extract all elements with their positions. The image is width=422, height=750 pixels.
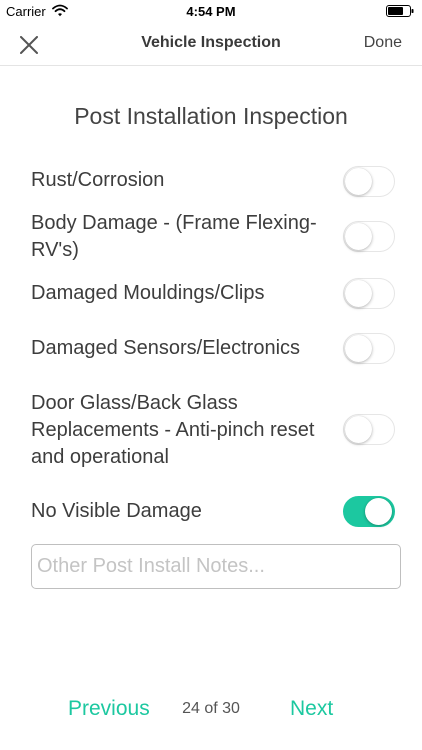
toggle-knob: [345, 416, 372, 443]
battery-icon: [386, 5, 414, 17]
toggle-body-damage[interactable]: [343, 221, 395, 252]
checklist-item-damaged-sensors: Damaged Sensors/Electronics: [31, 333, 401, 364]
toggle-no-visible-damage[interactable]: [343, 496, 395, 527]
done-button[interactable]: Done: [364, 34, 402, 52]
item-label: Door Glass/Back Glass Replacements - Ant…: [31, 392, 315, 468]
nav-title: Vehicle Inspection: [141, 34, 281, 51]
post-install-notes-field[interactable]: [31, 544, 401, 589]
item-label: No Visible Damage: [31, 500, 202, 522]
item-label: Body Damage - (Frame Flexing- RV's): [31, 212, 317, 261]
item-label: Rust/Corrosion: [31, 169, 165, 191]
toggle-knob: [365, 498, 392, 525]
screen: Carrier 4:54 PM Vehicle Inspection Done …: [0, 0, 422, 750]
toggle-door-glass[interactable]: [343, 414, 395, 445]
toggle-knob: [345, 280, 372, 307]
checklist-item-no-visible-damage: No Visible Damage: [31, 496, 401, 527]
next-button[interactable]: Next: [290, 697, 333, 721]
toggle-damaged-mouldings[interactable]: [343, 278, 395, 309]
nav-bar: Vehicle Inspection Done: [0, 22, 422, 66]
status-time: 4:54 PM: [186, 4, 236, 19]
item-label: Damaged Mouldings/Clips: [31, 282, 265, 304]
page-indicator: 24 of 30: [182, 700, 240, 717]
toggle-damaged-sensors[interactable]: [343, 333, 395, 364]
checklist-item-rust-corrosion: Rust/Corrosion: [31, 166, 401, 197]
page-title: Post Installation Inspection: [74, 103, 348, 129]
toggle-knob: [345, 335, 372, 362]
toggle-rust-corrosion[interactable]: [343, 166, 395, 197]
item-label: Damaged Sensors/Electronics: [31, 337, 301, 359]
checklist-item-door-glass: Door Glass/Back Glass Replacements - Ant…: [31, 390, 401, 471]
checklist-item-body-damage: Body Damage - (Frame Flexing- RV's): [31, 210, 401, 264]
checklist-item-damaged-mouldings: Damaged Mouldings/Clips: [31, 278, 401, 309]
toggle-knob: [345, 223, 372, 250]
toggle-knob: [345, 168, 372, 195]
status-bar: Carrier 4:54 PM: [0, 0, 422, 22]
